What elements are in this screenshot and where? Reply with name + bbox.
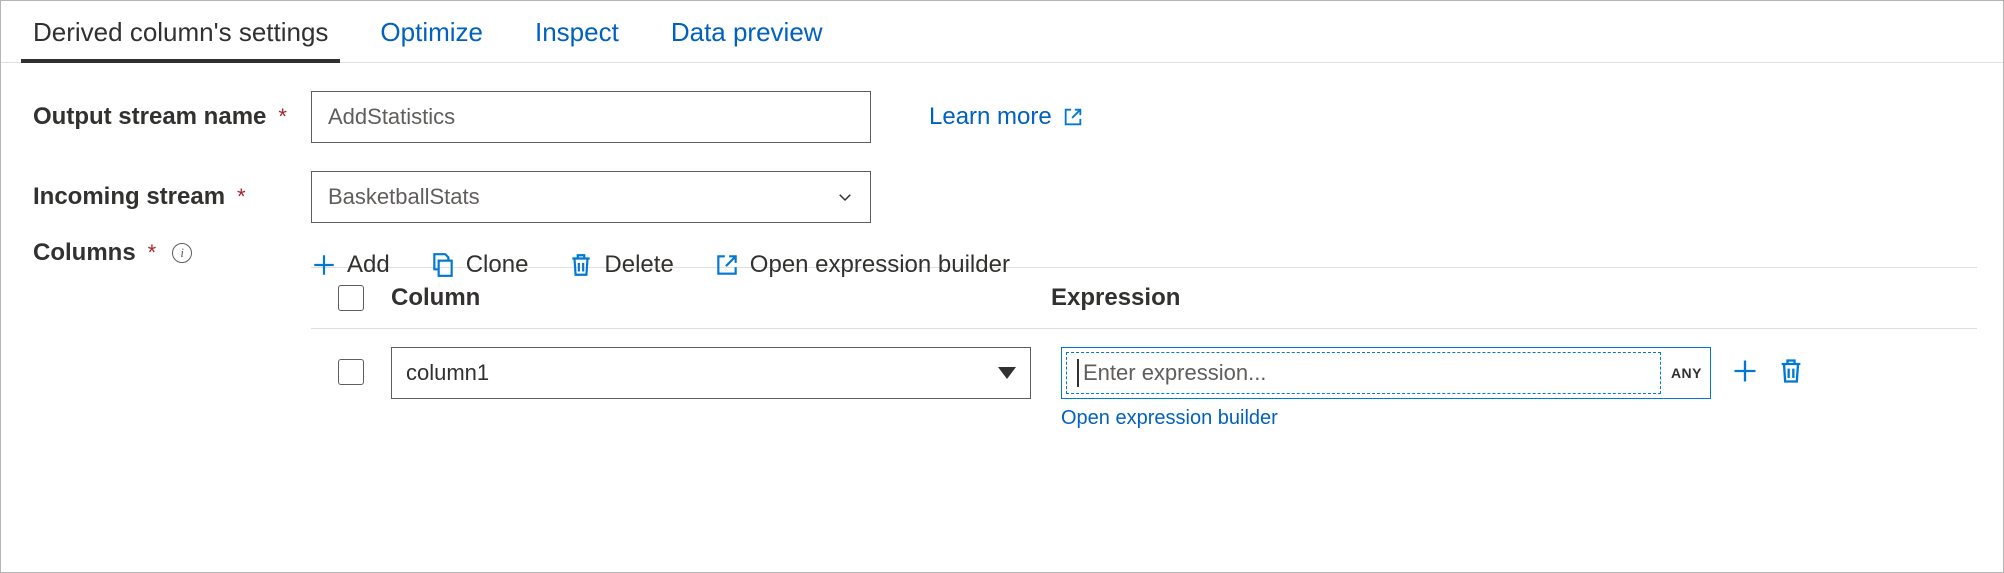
- info-icon[interactable]: i: [172, 243, 192, 263]
- expression-placeholder: Enter expression...: [1083, 360, 1266, 386]
- popout-icon: [714, 252, 740, 278]
- table-header: Column Expression: [311, 268, 1977, 329]
- label-columns-text: Columns: [33, 239, 136, 267]
- table-row: column1 Enter expression... ANY Open exp…: [311, 329, 1977, 430]
- clone-icon: [430, 252, 456, 278]
- output-stream-value: AddStatistics: [328, 104, 455, 130]
- label-incoming-stream-text: Incoming stream: [33, 183, 225, 211]
- label-output-stream-text: Output stream name: [33, 103, 266, 131]
- required-marker: *: [148, 240, 157, 266]
- header-expression: Expression: [1051, 284, 1977, 312]
- chevron-down-icon: [836, 188, 854, 206]
- text-cursor: [1077, 359, 1079, 387]
- open-expression-builder-button[interactable]: Open expression builder: [714, 251, 1010, 279]
- caret-down-icon: [998, 367, 1016, 379]
- delete-label: Delete: [604, 251, 673, 279]
- add-button[interactable]: Add: [311, 251, 390, 279]
- add-row-button[interactable]: [1731, 357, 1759, 385]
- tab-bar: Derived column's settings Optimize Inspe…: [1, 1, 2003, 63]
- row-checkbox[interactable]: [338, 359, 364, 385]
- delete-button[interactable]: Delete: [568, 251, 673, 279]
- label-columns: Columns * i: [33, 239, 311, 267]
- incoming-stream-select[interactable]: BasketballStats: [311, 171, 871, 223]
- open-expression-builder-link[interactable]: Open expression builder: [1061, 407, 1711, 430]
- delete-row-button[interactable]: [1777, 357, 1805, 385]
- label-incoming-stream: Incoming stream *: [33, 183, 311, 211]
- plus-icon: [311, 252, 337, 278]
- learn-more-link[interactable]: Learn more: [929, 103, 1084, 131]
- tab-optimize[interactable]: Optimize: [374, 17, 489, 62]
- clone-button[interactable]: Clone: [430, 251, 529, 279]
- select-all-checkbox[interactable]: [338, 285, 364, 311]
- popout-icon: [1062, 106, 1084, 128]
- tab-inspect[interactable]: Inspect: [529, 17, 625, 62]
- required-marker: *: [278, 104, 287, 130]
- required-marker: *: [237, 184, 246, 210]
- tab-settings[interactable]: Derived column's settings: [27, 17, 334, 62]
- type-badge: ANY: [1667, 365, 1706, 381]
- learn-more-text: Learn more: [929, 103, 1052, 131]
- tab-data-preview[interactable]: Data preview: [665, 17, 829, 62]
- expression-input[interactable]: Enter expression... ANY: [1061, 347, 1711, 399]
- label-output-stream: Output stream name *: [33, 103, 311, 131]
- add-label: Add: [347, 251, 390, 279]
- output-stream-input[interactable]: AddStatistics: [311, 91, 871, 143]
- clone-label: Clone: [466, 251, 529, 279]
- column-name-value: column1: [406, 360, 489, 386]
- incoming-stream-value: BasketballStats: [328, 184, 480, 210]
- header-column: Column: [391, 284, 1051, 312]
- open-builder-label: Open expression builder: [750, 251, 1010, 279]
- column-name-select[interactable]: column1: [391, 347, 1031, 399]
- trash-icon: [568, 252, 594, 278]
